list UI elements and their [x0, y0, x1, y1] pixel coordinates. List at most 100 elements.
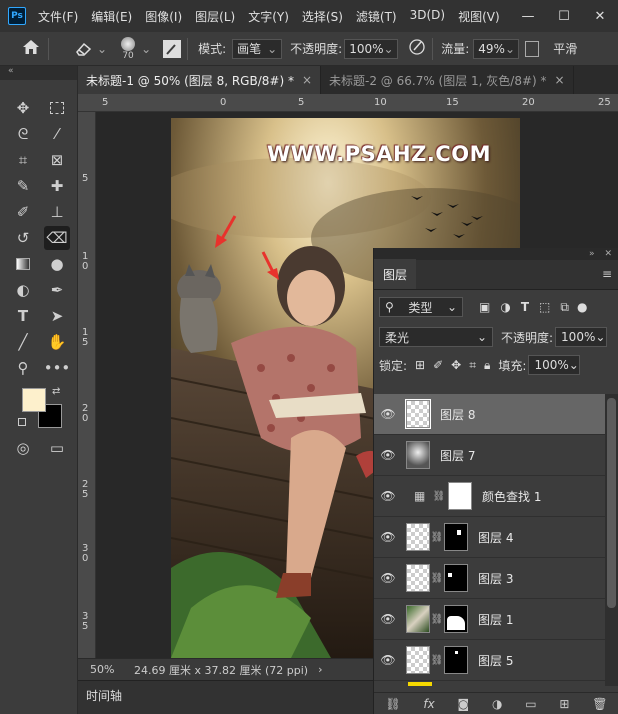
menu-file[interactable]: 文件(F) — [38, 8, 78, 25]
eye-icon[interactable]: 👁︎ — [374, 612, 402, 626]
panel-menu-icon[interactable]: ≡ — [602, 267, 612, 281]
link-icon[interactable]: ⛓︎ — [432, 491, 446, 502]
gradient-tool-icon[interactable] — [10, 252, 36, 276]
more-tools-icon[interactable]: ••• — [44, 356, 71, 380]
layer-name[interactable]: 图层 7 — [440, 447, 475, 464]
filter-toggle-icon[interactable]: ● — [577, 300, 587, 314]
filter-smart-object-icon[interactable]: ⧉ — [560, 300, 569, 315]
marquee-tool-icon[interactable] — [44, 96, 70, 120]
tab-document-2[interactable]: 未标题-2 @ 66.7% (图层 1, 灰色/8#) * × — [321, 66, 574, 94]
quick-mask-icon[interactable]: ◎ — [10, 436, 36, 460]
zoom-level[interactable]: 50% — [90, 663, 130, 676]
tab-document-1[interactable]: 未标题-1 @ 50% (图层 8, RGB/8#) * × — [78, 66, 322, 94]
blend-mode-dropdown[interactable]: 柔光 ⌄ — [379, 327, 493, 347]
layer-row[interactable]: 👁︎ ⛓︎ 图层 5 — [374, 640, 606, 681]
filter-adjustment-icon[interactable]: ◑ — [500, 300, 510, 314]
scrollbar-thumb[interactable] — [607, 398, 616, 608]
add-mask-icon[interactable]: ◙ — [458, 697, 470, 711]
tab-timeline[interactable]: 时间轴 — [86, 687, 122, 704]
dodge-tool-icon[interactable]: ◐ — [10, 278, 36, 302]
menu-filter[interactable]: 滤镜(T) — [356, 8, 397, 25]
layer-name[interactable]: 图层 3 — [478, 570, 513, 587]
menu-edit[interactable]: 编辑(E) — [91, 8, 132, 25]
layer-filter-dropdown[interactable]: ⚲ 类型 ⌄ — [379, 297, 463, 317]
close-icon[interactable]: ✕ — [604, 249, 612, 259]
filter-shape-icon[interactable]: ⬚ — [539, 300, 550, 314]
lock-transparent-icon[interactable]: ⊞ — [415, 358, 425, 372]
maximize-button[interactable]: ☐ — [546, 0, 582, 32]
layer-row[interactable]: 👁︎ 图层 7 — [374, 435, 606, 476]
eye-icon[interactable]: 👁︎ — [374, 448, 402, 462]
opacity-field[interactable]: 100% ⌄ — [344, 38, 399, 59]
menu-layer[interactable]: 图层(L) — [195, 8, 235, 25]
delete-layer-icon[interactable]: 🗑︎ — [592, 697, 607, 711]
fill-field[interactable]: 100% ⌄ — [528, 355, 581, 375]
swap-colors-icon[interactable]: ⇄ — [52, 386, 60, 397]
layer-name[interactable]: 图层 4 — [478, 529, 513, 546]
filter-pixel-icon[interactable]: ▣ — [479, 300, 490, 314]
eye-icon[interactable]: 👁︎ — [374, 530, 402, 544]
hand-tool-icon[interactable]: ✋ — [44, 330, 70, 354]
zoom-tool-icon[interactable]: ⚲ — [10, 356, 36, 380]
layer-name[interactable]: 图层 5 — [478, 652, 513, 669]
new-adjustment-icon[interactable]: ◑ — [492, 697, 502, 711]
layer-name[interactable]: 图层 8 — [440, 406, 475, 423]
chevron-down-icon[interactable]: ⌄ — [141, 42, 151, 56]
layer-row[interactable]: 👁︎ ⛓︎ 图层 4 — [374, 517, 606, 558]
close-icon[interactable]: × — [302, 73, 312, 87]
blur-tool-icon[interactable]: ● — [44, 252, 70, 276]
eraser-tool-icon[interactable]: ⌫ — [44, 226, 70, 250]
eraser-tool-icon[interactable]: ⌄ — [75, 41, 107, 57]
screen-mode-icon[interactable]: ▭ — [44, 436, 70, 460]
status-menu-arrow[interactable]: › — [318, 663, 322, 676]
healing-brush-tool-icon[interactable]: ✚ — [44, 174, 70, 198]
minimize-button[interactable]: — — [510, 0, 546, 32]
eye-icon[interactable]: 👁︎ — [374, 407, 402, 421]
crop-tool-icon[interactable]: ⌗ — [10, 148, 36, 172]
lock-position-icon[interactable]: ✥ — [451, 358, 461, 372]
mode-dropdown[interactable]: 画笔 ⌄ — [232, 38, 283, 59]
foreground-color-swatch[interactable] — [22, 388, 46, 412]
link-icon[interactable]: ⛓︎ — [430, 614, 444, 625]
history-brush-tool-icon[interactable]: ↺ — [10, 226, 36, 250]
layer-opacity-field[interactable]: 100% ⌄ — [555, 327, 608, 347]
tab-layers[interactable]: 图层 — [374, 259, 416, 289]
layer-name[interactable]: 图层 1 — [478, 611, 513, 628]
stamp-tool-icon[interactable]: ⊥ — [44, 200, 70, 224]
eyedropper-tool-icon[interactable]: ✎ — [10, 174, 36, 198]
link-icon[interactable]: ⛓︎ — [430, 573, 444, 584]
layer-row[interactable]: 👁︎ ⛓︎ 图层 1 — [374, 599, 606, 640]
pressure-opacity-icon[interactable] — [408, 38, 426, 59]
eye-icon[interactable]: 👁︎ — [374, 653, 402, 667]
close-button[interactable]: ✕ — [582, 0, 618, 32]
collapse-icon[interactable]: « — [0, 66, 77, 80]
chevron-down-icon[interactable]: ⌄ — [97, 42, 107, 56]
layer-name[interactable]: 颜色查找 1 — [482, 488, 541, 505]
eye-icon[interactable]: 👁︎ — [374, 489, 402, 503]
layers-scrollbar[interactable] — [605, 394, 618, 686]
link-icon[interactable]: ⛓︎ — [430, 655, 444, 666]
eye-icon[interactable]: 👁︎ — [374, 571, 402, 585]
collapse-icon[interactable]: » — [589, 249, 595, 259]
airbrush-icon[interactable] — [525, 40, 540, 57]
menu-view[interactable]: 视图(V) — [458, 8, 500, 25]
default-colors-icon[interactable] — [18, 418, 26, 426]
new-group-icon[interactable]: ▭ — [525, 697, 536, 711]
lock-paint-icon[interactable]: ✐ — [433, 358, 443, 372]
type-tool-icon[interactable]: T — [10, 304, 36, 328]
layer-row[interactable]: 👁︎ ▦ ⛓︎ 颜色查找 1 — [374, 476, 606, 517]
brush-settings-icon[interactable] — [163, 39, 182, 58]
fx-icon[interactable]: fx — [423, 697, 434, 711]
link-icon[interactable]: ⛓︎ — [430, 532, 444, 543]
lock-all-icon[interactable]: 🔒︎ — [484, 358, 490, 373]
move-tool-icon[interactable]: ✥ — [10, 96, 36, 120]
menu-type[interactable]: 文字(Y) — [248, 8, 289, 25]
lasso-tool-icon[interactable]: ᘓ — [10, 122, 36, 146]
menu-image[interactable]: 图像(I) — [145, 8, 182, 25]
lock-artboard-icon[interactable]: ⌗ — [469, 358, 476, 373]
brush-tool-icon[interactable]: ✐ — [10, 200, 36, 224]
magic-wand-tool-icon[interactable]: ⁄ — [44, 122, 70, 146]
close-icon[interactable]: × — [555, 73, 565, 87]
frame-tool-icon[interactable]: ⊠ — [44, 148, 70, 172]
flow-field[interactable]: 49% ⌄ — [473, 38, 520, 59]
